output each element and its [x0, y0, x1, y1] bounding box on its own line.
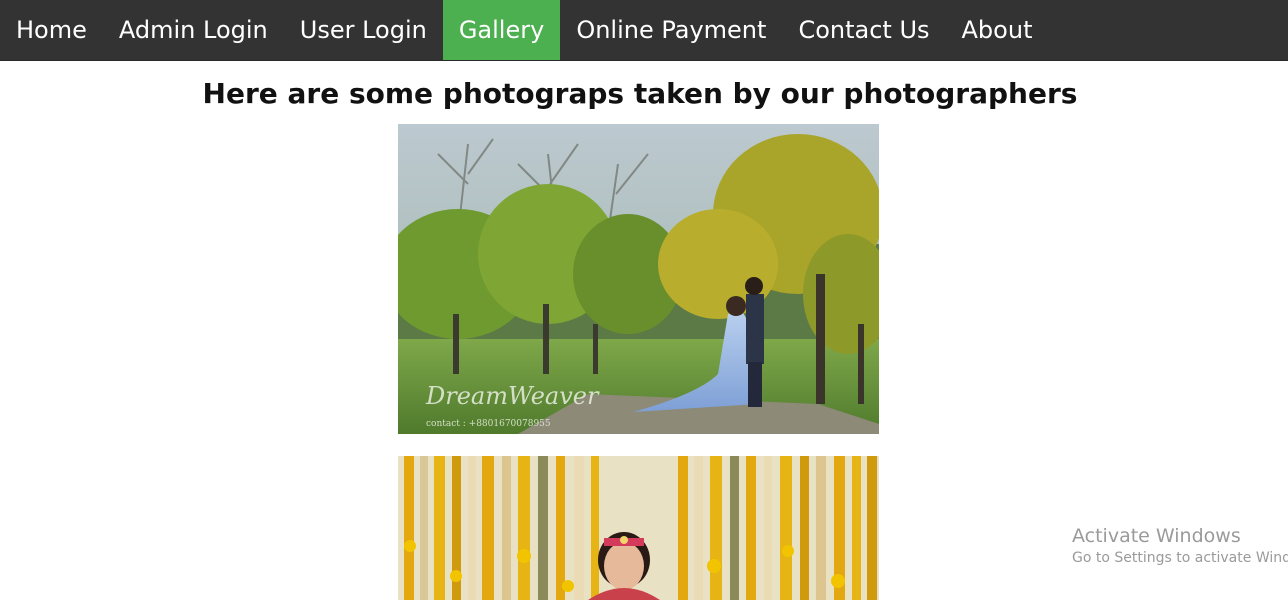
- nav-gallery-link[interactable]: Gallery: [442, 0, 561, 60]
- watermark-text: DreamWeaver: [425, 382, 600, 410]
- nav-about-link[interactable]: About: [946, 0, 1049, 60]
- nav-online-payment-link[interactable]: Online Payment: [560, 0, 782, 60]
- nav-user-login-link[interactable]: User Login: [284, 0, 443, 60]
- gallery-photo-couple: DreamWeaver contact : +8801670078955: [398, 124, 879, 434]
- nav-contact-us-link[interactable]: Contact Us: [782, 0, 945, 60]
- nav-admin-login-link[interactable]: Admin Login: [103, 0, 284, 60]
- gallery-heading: Here are some photograps taken by our ph…: [202, 77, 1078, 110]
- activate-windows-subtitle: Go to Settings to activate Windows.: [1072, 550, 1288, 566]
- activate-windows-watermark: Activate Windows Go to Settings to activ…: [1072, 524, 1288, 568]
- gallery-photo-bride: [398, 456, 879, 600]
- activate-windows-title: Activate Windows: [1072, 525, 1241, 547]
- watermark-contact: contact : +8801670078955: [426, 419, 551, 429]
- top-navbar: Home Admin Login User Login Gallery Onli…: [0, 0, 1288, 61]
- nav-home-link[interactable]: Home: [0, 0, 103, 60]
